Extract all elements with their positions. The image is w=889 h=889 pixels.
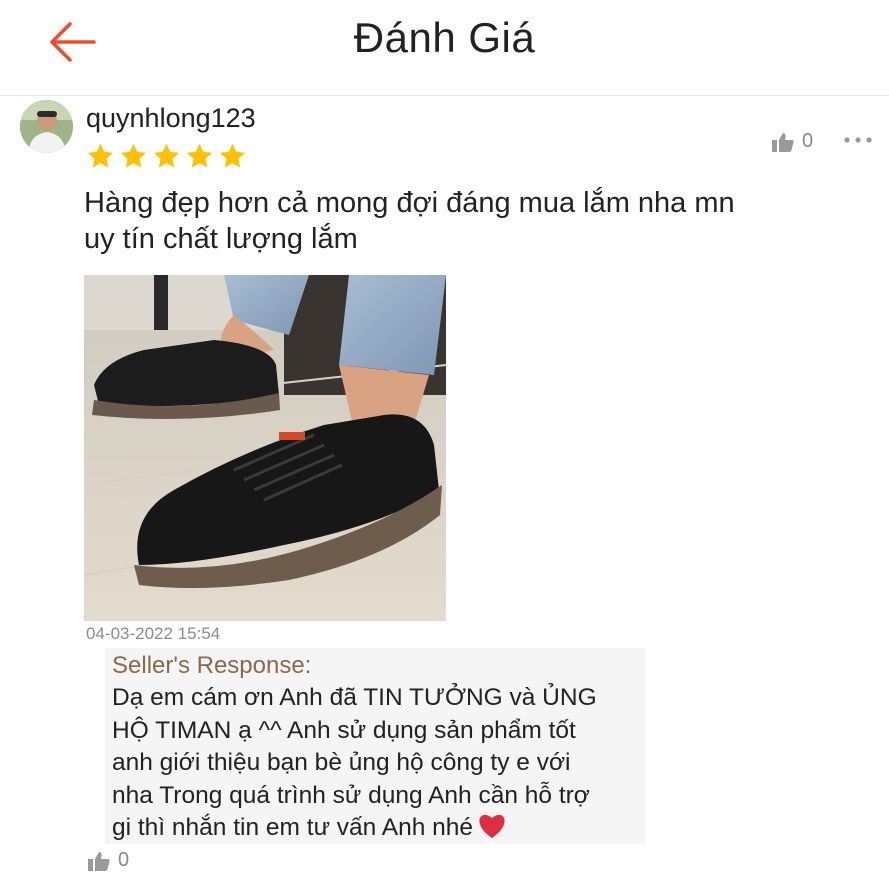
review-photo[interactable] — [84, 275, 446, 621]
seller-response-line: nha Trong quá trình sử dụng Anh cần hỗ t… — [112, 781, 590, 809]
seller-response-like-count: 0 — [118, 849, 130, 871]
seller-response-line: anh giới thiệu bạn bè ủng hộ công ty e v… — [112, 749, 571, 776]
star-icon — [187, 143, 212, 168]
review-timestamp: 04-03-2022 15:54 — [86, 624, 221, 643]
thumbs-up-icon — [88, 851, 110, 871]
star-icon — [88, 143, 113, 168]
seller-response: Seller's Response: Dạ em cám ơn Anh đã T… — [105, 648, 645, 844]
seller-response-line: gi thì nhắn tin em tư vấn Anh nhé — [112, 814, 474, 841]
seller-response-line: Dạ em cám ơn Anh đã TIN TƯỞNG và ỦNG — [112, 684, 597, 711]
star-icon — [154, 143, 179, 168]
reviewer-username: quynhlong123 — [86, 103, 256, 133]
review-text-line: Hàng đẹp hơn cả mong đợi đáng mua lắm nh… — [84, 187, 735, 219]
header-bar: Đánh Giá — [0, 0, 889, 96]
seller-response-like-button[interactable]: 0 — [88, 849, 129, 872]
thumbs-up-icon — [772, 132, 794, 152]
review-like-count: 0 — [802, 130, 814, 152]
user-photo — [20, 100, 73, 153]
more-options-button[interactable] — [842, 128, 874, 152]
review-text-line: uy tín chất lượng lắm — [84, 223, 358, 255]
avatar[interactable] — [20, 100, 73, 153]
page-title: Đánh Giá — [353, 14, 536, 61]
seller-response-line: HỘ TIMAN ạ ^^ Anh sử dụng sản phẩm tốt — [112, 716, 576, 744]
seller-response-line-last: gi thì nhắn tin em tư vấn Anh nhé — [112, 812, 642, 845]
more-dots-icon — [844, 137, 872, 143]
star-icon — [121, 143, 146, 168]
review-text: Hàng đẹp hơn cả mong đợi đáng mua lắm nh… — [84, 185, 844, 257]
star-icon — [220, 143, 245, 168]
seller-response-title: Seller's Response: — [112, 652, 312, 679]
product-photo — [84, 275, 446, 621]
rating-stars — [86, 142, 247, 171]
heart-icon — [479, 814, 505, 838]
seller-response-text: Dạ em cám ơn Anh đã TIN TƯỞNG và ỦNG HỘ … — [112, 682, 642, 845]
review-like-button[interactable]: 0 — [772, 130, 813, 153]
